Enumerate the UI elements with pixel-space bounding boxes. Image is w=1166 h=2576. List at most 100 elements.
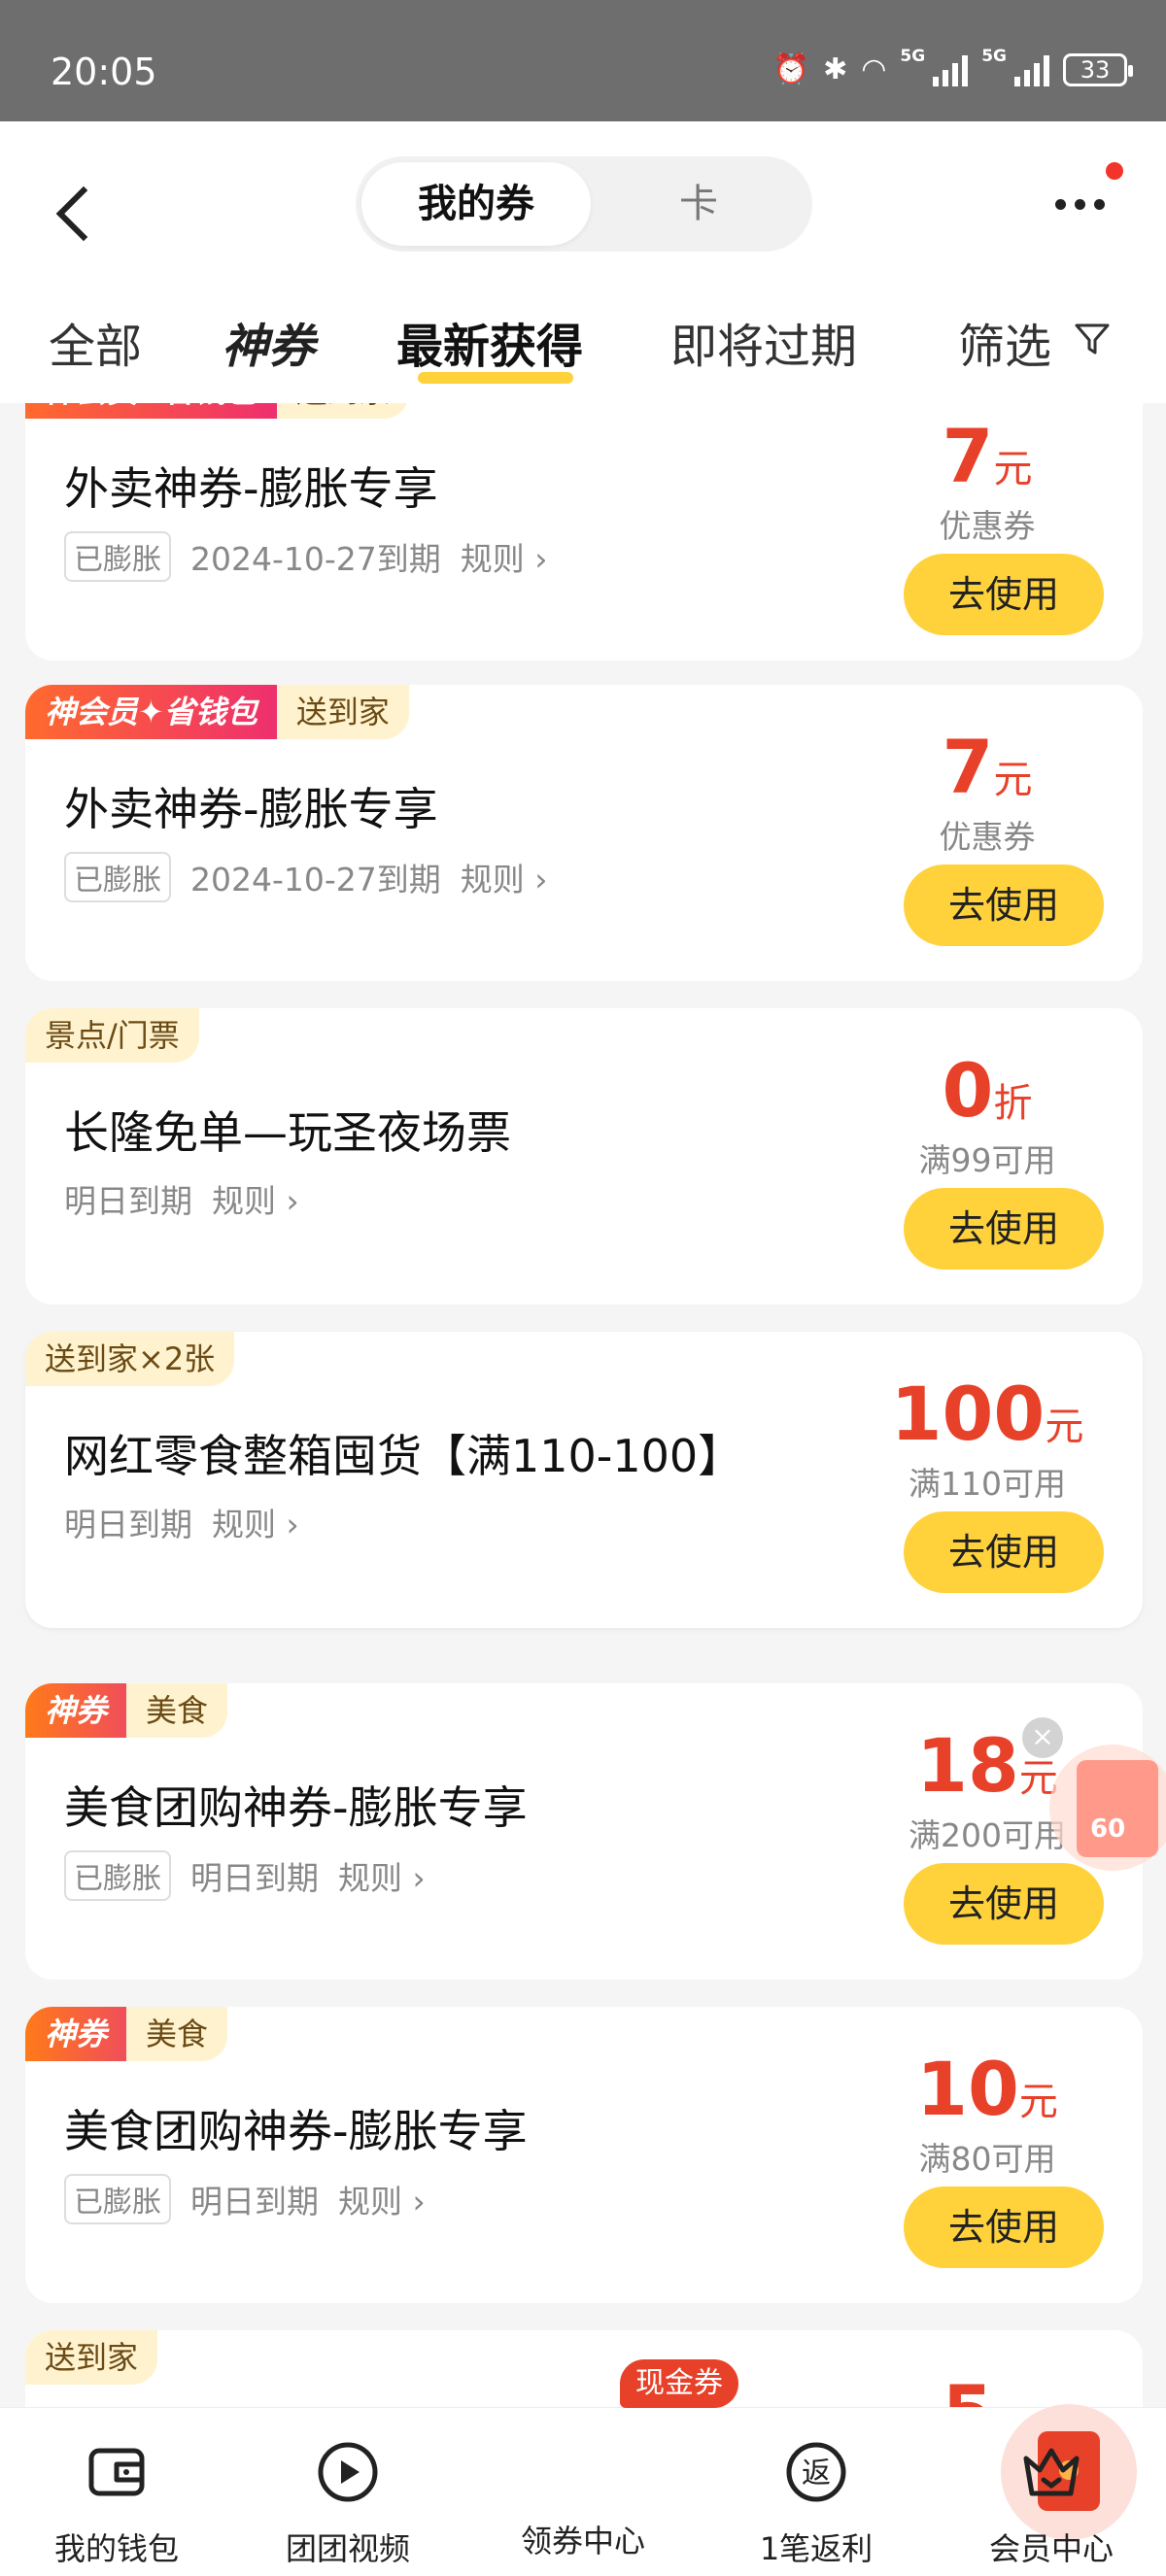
- svg-text:返: 返: [802, 2457, 831, 2491]
- red-packet-amount: 60: [1090, 1814, 1126, 1844]
- coupon-card: 送到家 5元: [25, 2330, 1143, 2407]
- coupon-card: 神会员✦省钱包 送到家 外卖神券-膨胀专享 已膨胀 2024-10-27到期 规…: [25, 403, 1143, 661]
- tab-cards[interactable]: 卡: [591, 162, 806, 246]
- coupon-title: 外卖神券-膨胀专享: [64, 462, 438, 515]
- coupon-tag: 送到家: [276, 403, 409, 419]
- coupon-condition: 优惠券: [939, 507, 1036, 545]
- coupon-tag: 神会员✦省钱包: [25, 403, 277, 419]
- filter-expiring[interactable]: 即将过期: [670, 308, 857, 376]
- bottom-nav: 我的钱包 团团视频 领券中心 现金券 返 1笔返利 会员中心: [0, 2359, 1166, 2576]
- use-button[interactable]: 去使用: [904, 1863, 1104, 1945]
- network-label: 5G: [900, 46, 926, 66]
- coupon-card: 景点/门票 长隆免单—玩圣夜场票 明日到期 规则 0折 满99可用 去使用: [25, 1008, 1143, 1305]
- coupon-value: 0折: [942, 1047, 1033, 1134]
- coupon-value: 100元: [890, 1371, 1084, 1457]
- coupon-condition: 满80可用: [918, 2140, 1056, 2178]
- rule-link[interactable]: 规则: [338, 2176, 426, 2222]
- coupon-title: 美食团购神券-膨胀专享: [64, 1781, 528, 1834]
- expanded-chip: 已膨胀: [64, 2174, 171, 2224]
- top-bar: 我的券 卡 全部 神券 最新获得 即将过期 筛选: [0, 121, 1166, 403]
- coupon-tag: 神券: [25, 1683, 127, 1738]
- use-button[interactable]: 去使用: [904, 554, 1104, 635]
- coupon-title: 美食团购神券-膨胀专享: [64, 2105, 528, 2157]
- coupon-title: 网红零食整箱囤货【满110-100】: [64, 1430, 743, 1482]
- coupon-tag: 神会员✦省钱包: [25, 685, 277, 739]
- filter-latest[interactable]: 最新获得: [396, 308, 583, 376]
- nav-wallet-label: 我的钱包: [53, 2530, 179, 2567]
- coupon-expiry: 明日到期: [64, 1506, 192, 1543]
- status-bar: 20:05 ⏰ ✱ ◠ 5G 5G 33: [0, 0, 1166, 121]
- network-label-2: 5G: [981, 46, 1007, 66]
- coupon-tag: 送到家: [276, 685, 409, 739]
- active-tab-underline: [418, 372, 573, 384]
- filter-button[interactable]: 筛选: [958, 308, 1051, 376]
- coupon-condition: 优惠券: [939, 818, 1036, 856]
- coupon-condition: 满99可用: [918, 1141, 1056, 1179]
- system-icons: ⏰ ✱ ◠ 5G 5G 33: [772, 47, 1133, 86]
- signal-icon-2: [1014, 53, 1049, 86]
- filter-all[interactable]: 全部: [49, 308, 142, 376]
- rule-link[interactable]: 规则: [461, 533, 548, 580]
- coupon-condition: 满110可用: [909, 1465, 1066, 1503]
- use-button[interactable]: 去使用: [904, 864, 1104, 946]
- rule-link[interactable]: 规则: [338, 1852, 426, 1899]
- coupon-expiry: 明日到期: [190, 1859, 319, 1897]
- coupon-tag: 美食: [126, 1683, 228, 1738]
- coupon-expiry: 2024-10-27到期: [190, 861, 441, 898]
- coupon-tag: 送到家: [25, 2330, 158, 2385]
- use-button[interactable]: 去使用: [904, 1188, 1104, 1270]
- segment-control: 我的券 卡: [356, 156, 812, 252]
- rule-link[interactable]: 规则: [212, 1175, 299, 1222]
- use-button[interactable]: 去使用: [904, 1511, 1104, 1593]
- coupon-list: 神会员✦省钱包 送到家 外卖神券-膨胀专享 已膨胀 2024-10-27到期 规…: [0, 403, 1166, 2407]
- nav-coupon-center[interactable]: 领券中心: [486, 2404, 1137, 2561]
- signal-icon: [933, 53, 969, 86]
- coupon-value: 5元: [871, 2369, 1104, 2407]
- expanded-chip: 已膨胀: [64, 852, 171, 902]
- play-icon: [318, 2442, 378, 2502]
- nav-member[interactable]: 会员中心: [954, 2437, 1149, 2569]
- coupon-tag: 神券: [25, 2007, 127, 2061]
- filter-shenquan[interactable]: 神券: [222, 308, 315, 376]
- wallet-icon: [88, 2448, 145, 2496]
- expanded-chip: 已膨胀: [64, 531, 171, 582]
- battery-icon: 33: [1063, 52, 1133, 86]
- nav-member-label: 会员中心: [988, 2530, 1114, 2567]
- nav-center-label: 领券中心: [520, 2523, 645, 2559]
- rule-link[interactable]: 规则: [461, 854, 548, 900]
- nav-rebate-label: 1笔返利: [759, 2530, 874, 2567]
- coupon-title: 外卖神券-膨胀专享: [64, 783, 438, 835]
- expanded-chip: 已膨胀: [64, 1850, 171, 1901]
- back-icon[interactable]: [51, 175, 109, 253]
- coupon-value: 7元: [942, 413, 1033, 499]
- coupon-card: 神券 美食 美食团购神券-膨胀专享 已膨胀 明日到期 规则 10元 满80可用 …: [25, 2007, 1143, 2303]
- coupon-tag: 送到家×2张: [25, 1332, 235, 1386]
- nav-wallet[interactable]: 我的钱包: [19, 2437, 214, 2569]
- wifi-icon: ◠: [861, 52, 887, 86]
- nav-video[interactable]: 团团视频: [251, 2437, 445, 2569]
- nav-rebate[interactable]: 返 1笔返利: [719, 2437, 913, 2569]
- coupon-expiry: 2024-10-27到期: [190, 540, 441, 578]
- funnel-icon[interactable]: [1073, 320, 1112, 358]
- alarm-icon: ⏰: [772, 52, 810, 86]
- coupon-tag: 美食: [126, 2007, 228, 2061]
- coupon-expiry: 明日到期: [190, 2183, 319, 2220]
- coupon-expiry: 明日到期: [64, 1182, 192, 1220]
- cash-coupon-badge: 现金券: [620, 2359, 738, 2408]
- bluetooth-icon: ✱: [823, 52, 848, 86]
- crown-icon: [1023, 2448, 1080, 2496]
- close-icon[interactable]: ×: [1022, 1717, 1063, 1758]
- filter-tabs: 全部 神券 最新获得 即将过期 筛选: [0, 296, 1166, 403]
- coupon-card: 神会员✦省钱包 送到家 外卖神券-膨胀专享 已膨胀 2024-10-27到期 规…: [25, 685, 1143, 981]
- nav-video-label: 团团视频: [285, 2530, 410, 2567]
- rule-link[interactable]: 规则: [212, 1499, 299, 1545]
- more-icon[interactable]: [1055, 199, 1105, 210]
- use-button[interactable]: 去使用: [904, 2186, 1104, 2268]
- coupon-card: 送到家×2张 网红零食整箱囤货【满110-100】 明日到期 规则 100元 满…: [25, 1332, 1143, 1628]
- tab-my-coupons[interactable]: 我的券: [361, 162, 591, 246]
- coupon-card: 神券 美食 美食团购神券-膨胀专享 已膨胀 明日到期 规则 18元 满200可用…: [25, 1683, 1143, 1980]
- rebate-icon: 返: [786, 2442, 846, 2502]
- coupon-value: 10元: [916, 2046, 1058, 2132]
- coupon-tag: 景点/门票: [25, 1008, 199, 1063]
- notification-dot: [1106, 162, 1123, 180]
